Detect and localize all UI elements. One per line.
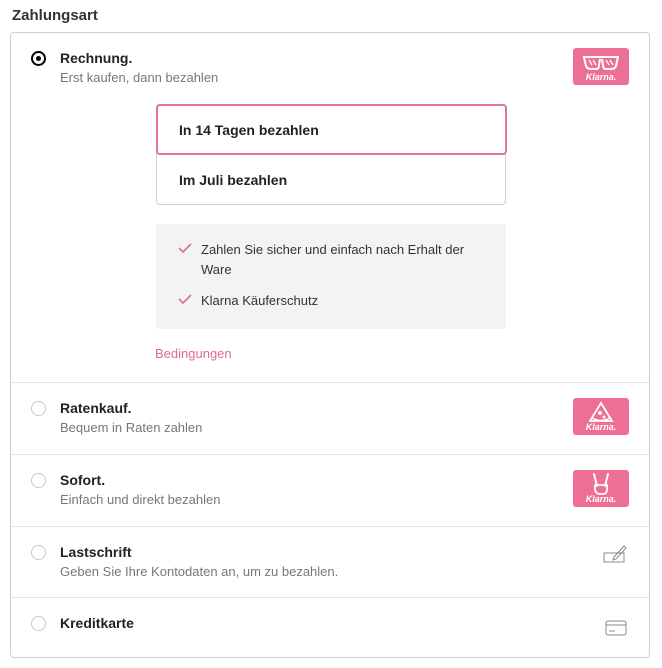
plan-option-july[interactable]: Im Juli bezahlen (157, 156, 505, 206)
option-subtitle-ratenkauf: Bequem in Raten zahlen (60, 420, 203, 435)
klarna-badge-label: Klarna. (585, 422, 617, 432)
option-title-rechnung: Rechnung. (60, 50, 133, 66)
option-title-kreditkarte: Kreditkarte (60, 615, 134, 631)
klarna-badge-rechnung: Klarna. (573, 48, 629, 85)
direct-debit-icon (603, 545, 627, 563)
klarna-badge-ratenkauf: Klarna. (573, 398, 629, 435)
radio-kreditkarte[interactable] (31, 616, 46, 631)
payment-option-rechnung[interactable]: Rechnung. Erst kaufen, dann bezahlen Kla… (11, 33, 649, 383)
check-icon (178, 294, 192, 305)
plan-option-14-days[interactable]: In 14 Tagen bezahlen (156, 104, 507, 155)
option-title-ratenkauf: Ratenkauf. (60, 400, 132, 416)
klarna-badge-label: Klarna. (585, 494, 617, 504)
section-title: Zahlungsart (12, 7, 98, 24)
benefit-item: Klarna Käuferschutz (178, 291, 478, 311)
radio-lastschrift[interactable] (31, 545, 46, 560)
payment-option-ratenkauf[interactable]: Ratenkauf. Bequem in Raten zahlen Klarna… (11, 383, 649, 455)
benefit-text: Zahlen Sie sicher und einfach nach Erhal… (201, 242, 465, 277)
option-subtitle-sofort: Einfach und direkt bezahlen (60, 492, 221, 507)
option-subtitle-lastschrift: Geben Sie Ihre Kontodaten an, um zu beza… (60, 564, 339, 579)
klarna-badge-sofort: Klarna. (573, 470, 629, 507)
check-icon (178, 243, 192, 254)
payment-option-kreditkarte[interactable]: Kreditkarte (11, 598, 649, 658)
option-title-lastschrift: Lastschrift (60, 544, 132, 560)
benefit-item: Zahlen Sie sicher und einfach nach Erhal… (178, 240, 478, 280)
payment-option-lastschrift[interactable]: Lastschrift Geben Sie Ihre Kontodaten an… (11, 527, 649, 598)
payment-methods-panel: Rechnung. Erst kaufen, dann bezahlen Kla… (10, 32, 650, 658)
radio-rechnung[interactable] (31, 51, 46, 66)
payment-plan-selector: In 14 Tagen bezahlen Im Juli bezahlen (156, 104, 507, 206)
klarna-badge-label: Klarna. (585, 72, 617, 82)
radio-ratenkauf[interactable] (31, 401, 46, 416)
benefits-box: Zahlen Sie sicher und einfach nach Erhal… (156, 224, 506, 329)
benefit-text: Klarna Käuferschutz (201, 293, 319, 308)
terms-link[interactable]: Bedingungen (155, 346, 232, 361)
credit-card-icon (605, 620, 627, 636)
option-title-sofort: Sofort. (60, 472, 106, 488)
radio-sofort[interactable] (31, 473, 46, 488)
payment-option-sofort[interactable]: Sofort. Einfach und direkt bezahlen Klar… (11, 455, 649, 527)
option-subtitle-rechnung: Erst kaufen, dann bezahlen (60, 70, 219, 85)
